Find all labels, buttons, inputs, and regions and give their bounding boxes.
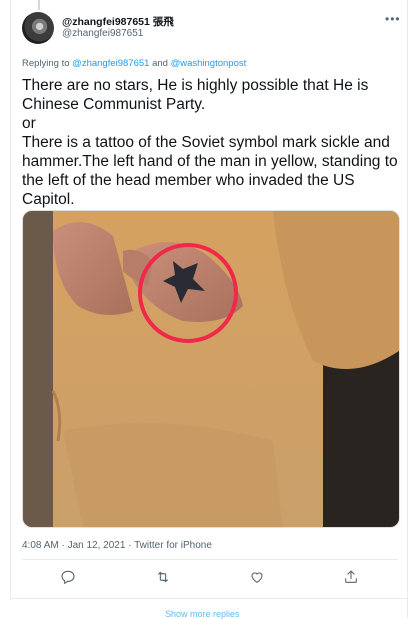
thread-connector-line bbox=[38, 0, 40, 10]
tweet-text-line: or bbox=[22, 115, 36, 132]
display-name[interactable]: @zhangfei987651 張飛 bbox=[62, 14, 174, 29]
share-button[interactable] bbox=[343, 569, 359, 585]
replying-and: and bbox=[152, 58, 168, 69]
heart-icon bbox=[251, 572, 263, 583]
reply-button[interactable] bbox=[60, 569, 76, 585]
avatar[interactable] bbox=[22, 12, 54, 44]
tweet-text-line: There are no stars, He is highly possibl… bbox=[22, 77, 369, 113]
reply-icon bbox=[61, 570, 75, 585]
more-options-icon[interactable]: ••• bbox=[385, 13, 401, 25]
divider bbox=[22, 559, 398, 560]
tweet-timestamp[interactable]: 4:08 AM · Jan 12, 2021 · Twitter for iPh… bbox=[22, 540, 212, 551]
reply-mention-link-1[interactable]: @zhangfei987651 bbox=[72, 58, 149, 69]
replying-prefix: Replying to bbox=[22, 58, 70, 69]
timeline-border-left bbox=[10, 0, 11, 618]
reply-mention-link-2[interactable]: @washingtonpost bbox=[171, 58, 247, 69]
user-handle[interactable]: @zhangfei987651 bbox=[62, 28, 143, 39]
timeline-border-right bbox=[407, 0, 408, 618]
replying-to-line: Replying to @zhangfei987651 and @washing… bbox=[22, 58, 246, 69]
share-icon bbox=[345, 570, 357, 583]
tweet-text: There are no stars, He is highly possibl… bbox=[22, 76, 402, 209]
retweet-icon bbox=[157, 571, 169, 583]
divider bbox=[10, 598, 407, 599]
retweet-button[interactable] bbox=[155, 569, 171, 585]
tweet-media-image[interactable] bbox=[22, 210, 400, 528]
like-button[interactable] bbox=[249, 569, 265, 585]
tweet-text-line: There is a tattoo of the Soviet symbol m… bbox=[22, 134, 398, 208]
